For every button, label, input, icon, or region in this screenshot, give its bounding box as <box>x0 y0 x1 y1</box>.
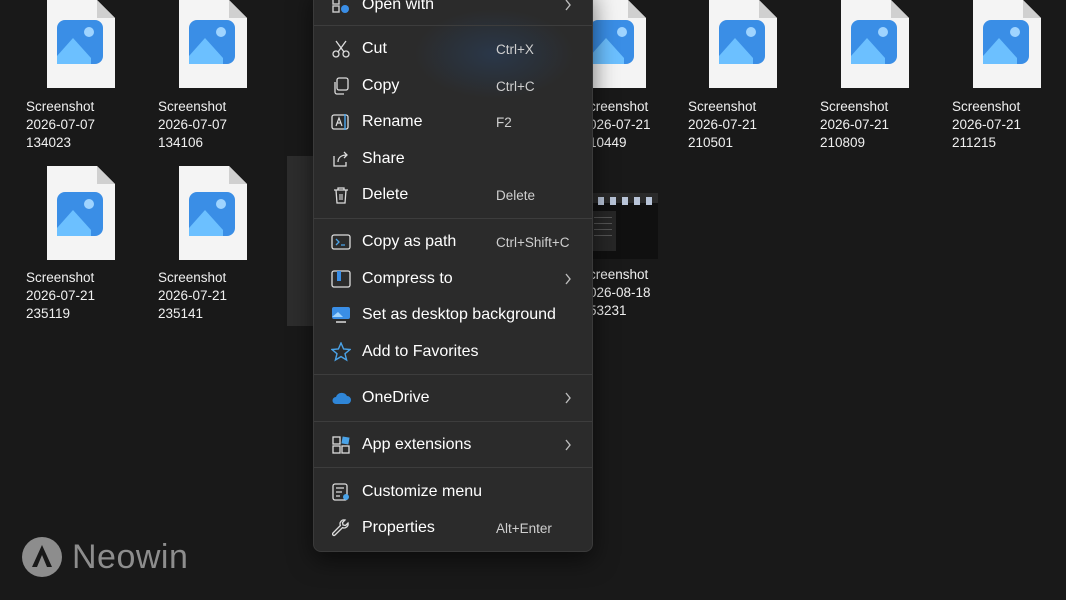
share-icon <box>330 148 352 170</box>
image-file-icon <box>45 166 115 260</box>
menu-item-delete[interactable]: Delete Delete <box>318 178 588 212</box>
star-icon <box>330 341 352 363</box>
app-extensions-icon <box>330 434 352 456</box>
rename-icon <box>330 111 352 133</box>
menu-item-add-to-favorites[interactable]: Add to Favorites <box>318 335 588 369</box>
menu-item-cut[interactable]: Cut Ctrl+X <box>318 32 588 66</box>
image-file-icon <box>971 0 1041 88</box>
file-name: Screenshot 2026-07-07 134023 <box>26 99 96 150</box>
menu-item-customize-menu[interactable]: Customize menu <box>318 475 588 509</box>
image-file-icon <box>45 0 115 88</box>
file-name: Screenshot 2026-07-21 211215 <box>952 99 1022 150</box>
menu-item-copy-as-path[interactable]: Copy as path Ctrl+Shift+C <box>318 225 588 259</box>
file-item[interactable]: Screenshot 2026-07-21 211215 <box>946 0 1066 152</box>
file-name: Screenshot 2026-07-21 210809 <box>820 99 890 150</box>
file-item[interactable]: Screenshot 2026-07-07 134106 <box>152 0 272 152</box>
image-file-icon <box>839 0 909 88</box>
scissors-icon <box>330 38 352 60</box>
menu-item-set-desktop-background[interactable]: Set as desktop background <box>318 298 588 332</box>
file-item[interactable]: Screenshot 2026-07-21 235119 <box>20 166 140 323</box>
copy-path-icon <box>330 231 352 253</box>
menu-item-open-with[interactable]: Open with <box>318 0 588 22</box>
file-name: Screenshot 2026-07-21 235119 <box>26 270 96 321</box>
image-file-icon <box>177 0 247 88</box>
menu-item-onedrive[interactable]: OneDrive <box>318 381 588 415</box>
wrench-icon <box>330 517 352 539</box>
file-item[interactable]: Screenshot 2026-07-07 134023 <box>20 0 140 152</box>
chevron-right-icon <box>564 272 572 290</box>
chevron-right-icon <box>564 391 572 409</box>
menu-item-properties[interactable]: Properties Alt+Enter <box>318 511 588 545</box>
chevron-right-icon <box>564 438 572 456</box>
file-name: Screenshot 2026-07-21 210501 <box>688 99 758 150</box>
trash-icon <box>330 184 352 206</box>
onedrive-cloud-icon <box>330 387 352 409</box>
image-file-icon <box>177 166 247 260</box>
menu-item-app-extensions[interactable]: App extensions <box>318 428 588 462</box>
zip-folder-icon <box>330 268 352 290</box>
context-menu: Open with Cut Ctrl+X Copy Ctrl+C Rename … <box>313 0 593 552</box>
file-name: Screenshot 2026-07-21 235141 <box>158 270 228 321</box>
desktop-background-icon <box>330 304 352 326</box>
menu-item-copy[interactable]: Copy Ctrl+C <box>318 69 588 103</box>
neowin-watermark: Neowin <box>20 535 188 579</box>
image-file-icon <box>707 0 777 88</box>
open-with-icon <box>330 0 352 16</box>
file-name: Screenshot 2026-07-07 134106 <box>158 99 228 150</box>
menu-item-compress-to[interactable]: Compress to <box>318 262 588 296</box>
chevron-right-icon <box>564 0 572 16</box>
copy-icon <box>330 75 352 97</box>
file-item[interactable]: Screenshot 2026-07-21 210501 <box>682 0 802 152</box>
menu-item-rename[interactable]: Rename F2 <box>318 105 588 139</box>
file-item[interactable]: Screenshot 2026-07-21 235141 <box>152 166 272 323</box>
image-file-icon <box>586 0 656 88</box>
customize-menu-icon <box>330 481 352 503</box>
neowin-logo-icon <box>22 537 62 577</box>
file-item[interactable]: Screenshot 2026-07-21 210809 <box>814 0 934 152</box>
menu-item-share[interactable]: Share <box>318 142 588 176</box>
neowin-text: Neowin <box>72 537 189 576</box>
